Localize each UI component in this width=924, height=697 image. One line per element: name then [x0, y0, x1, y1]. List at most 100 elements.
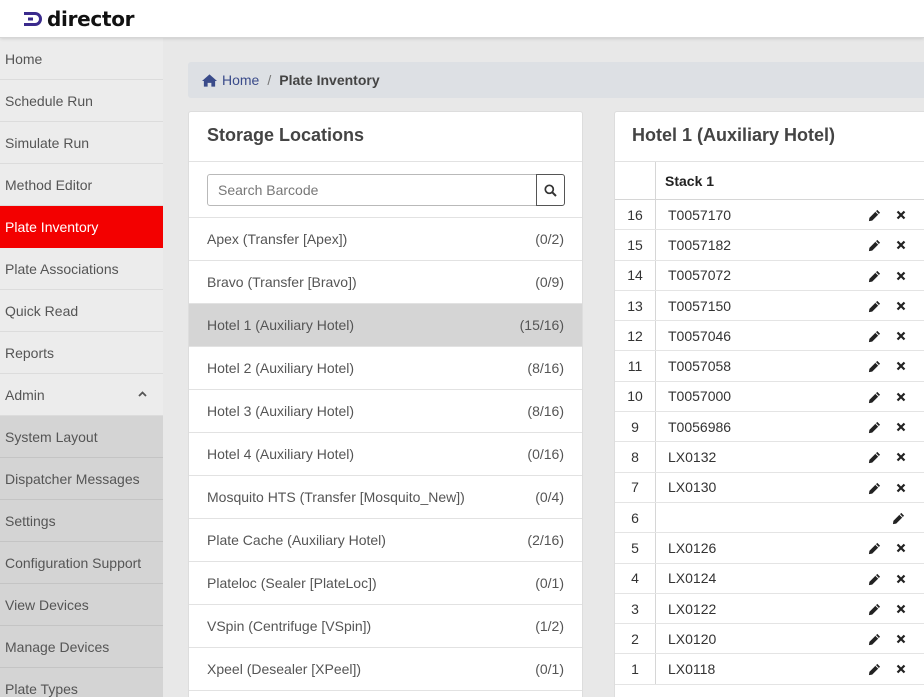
remove-close-icon[interactable] — [896, 604, 906, 614]
sidebar-item-quick-read[interactable]: Quick Read — [0, 290, 163, 332]
storage-location-count: (0/9) — [535, 274, 564, 290]
storage-location-name: Mosquito HTS (Transfer [Mosquito_New]) — [207, 489, 465, 505]
sidebar-item-system-layout[interactable]: System Layout — [0, 416, 163, 458]
sidebar-item-label: Configuration Support — [5, 554, 142, 571]
sidebar-item-label: Plate Inventory — [5, 218, 99, 235]
edit-pencil-icon[interactable] — [868, 633, 881, 646]
storage-location-row[interactable]: VSpin (Centrifuge [VSpin]) (1/2) — [189, 605, 582, 648]
storage-location-row[interactable]: Plate Cache (Auxiliary Hotel) (2/16) — [189, 519, 582, 562]
sidebar-item-simulate-run[interactable]: Simulate Run — [0, 122, 163, 164]
remove-close-icon[interactable] — [896, 361, 906, 371]
director-logo[interactable]: director — [24, 7, 135, 31]
edit-pencil-icon[interactable] — [868, 270, 881, 283]
remove-close-icon[interactable] — [896, 483, 906, 493]
remove-close-icon[interactable] — [896, 543, 906, 553]
remove-close-icon[interactable] — [896, 392, 906, 402]
storage-location-row[interactable]: Hotel 3 (Auxiliary Hotel) (8/16) — [189, 390, 582, 433]
remove-close-icon[interactable] — [896, 210, 906, 220]
storage-location-name: Hotel 1 (Auxiliary Hotel) — [207, 317, 355, 333]
storage-location-count: (8/16) — [527, 403, 564, 419]
storage-location-row[interactable]: Apex (Transfer [Apex]) (0/2) — [189, 218, 582, 261]
edit-pencil-icon[interactable] — [868, 542, 881, 555]
remove-close-icon[interactable] — [896, 301, 906, 311]
search-button[interactable] — [536, 174, 565, 206]
search-barcode-input[interactable] — [207, 174, 537, 206]
edit-pencil-icon[interactable] — [868, 360, 881, 373]
edit-pencil-icon[interactable] — [868, 573, 881, 586]
sidebar-item-label: Simulate Run — [5, 134, 90, 151]
remove-close-icon[interactable] — [896, 574, 906, 584]
director-logo-icon — [24, 12, 42, 26]
storage-location-row[interactable]: Hotel 2 (Auxiliary Hotel) (8/16) — [189, 347, 582, 390]
edit-pencil-icon[interactable] — [892, 512, 905, 525]
sidebar-item-plate-associations[interactable]: Plate Associations — [0, 248, 163, 290]
sidebar-item-home[interactable]: Home — [0, 38, 163, 80]
remove-close-icon[interactable] — [896, 240, 906, 250]
sidebar-item-dispatcher-messages[interactable]: Dispatcher Messages — [0, 458, 163, 500]
breadcrumb-home-label: Home — [222, 72, 260, 88]
storage-location-row[interactable]: Plateloc (Sealer [PlateLoc]) (0/1) — [189, 562, 582, 605]
top-bar: director — [0, 0, 924, 38]
sidebar-item-reports[interactable]: Reports — [0, 332, 163, 374]
edit-pencil-icon[interactable] — [868, 482, 881, 495]
slot-number: 13 — [615, 290, 656, 321]
sidebar-item-label: Method Editor — [5, 176, 93, 193]
stack-slot-row: 4 LX0124 — [615, 563, 924, 594]
sidebar-item-label: Dispatcher Messages — [5, 470, 140, 487]
edit-pencil-icon[interactable] — [868, 209, 881, 222]
storage-locations-card: Storage Locations Apex (Transfer [Apex])… — [188, 111, 583, 697]
storage-location-row[interactable]: Hotel 4 (Auxiliary Hotel) (0/16) — [189, 433, 582, 476]
edit-pencil-icon[interactable] — [868, 421, 881, 434]
search-bar — [189, 162, 582, 218]
sidebar-item-method-editor[interactable]: Method Editor — [0, 164, 163, 206]
storage-location-row[interactable]: Bravo (Transfer [Bravo]) (0/9) — [189, 261, 582, 304]
storage-location-name: Apex (Transfer [Apex]) — [207, 231, 348, 247]
slot-barcode: T0057150 — [668, 297, 732, 314]
slot-barcode: T0057072 — [668, 267, 732, 284]
storage-location-row[interactable]: Xpeel (Desealer [XPeel]) (0/1) — [189, 648, 582, 691]
storage-location-count: (15/16) — [519, 317, 564, 333]
edit-pencil-icon[interactable] — [868, 451, 881, 464]
edit-pencil-icon[interactable] — [868, 330, 881, 343]
edit-pencil-icon[interactable] — [868, 391, 881, 404]
sidebar-item-manage-devices[interactable]: Manage Devices — [0, 626, 163, 668]
sidebar-item-plate-types[interactable]: Plate Types — [0, 668, 163, 697]
storage-locations-list: Apex (Transfer [Apex]) (0/2) Bravo (Transf… — [189, 218, 582, 691]
edit-pencil-icon[interactable] — [868, 603, 881, 616]
remove-close-icon[interactable] — [896, 634, 906, 644]
edit-pencil-icon[interactable] — [868, 239, 881, 252]
storage-location-name: Xpeel (Desealer [XPeel]) — [207, 661, 362, 677]
remove-close-icon[interactable] — [896, 664, 906, 674]
sidebar-item-admin[interactable]: Admin — [0, 374, 163, 416]
breadcrumb-home-link[interactable]: Home — [202, 72, 259, 88]
remove-close-icon[interactable] — [896, 422, 906, 432]
storage-location-count: (0/4) — [535, 489, 564, 505]
sidebar-item-label: System Layout — [5, 428, 98, 445]
sidebar-item-schedule-run[interactable]: Schedule Run — [0, 80, 163, 122]
sidebar-item-view-devices[interactable]: View Devices — [0, 584, 163, 626]
slot-number: 1 — [615, 654, 656, 684]
storage-location-count: (0/1) — [535, 661, 564, 677]
edit-pencil-icon[interactable] — [868, 663, 881, 676]
slot-number: 15 — [615, 230, 656, 260]
slot-number: 11 — [615, 351, 656, 381]
storage-location-row[interactable]: Hotel 1 (Auxiliary Hotel) (15/16) — [189, 304, 582, 347]
sidebar-item-label: Reports — [5, 344, 55, 361]
sidebar-nav: Home Schedule Run Simulate Run Method Edito… — [0, 38, 163, 697]
stack-rows: 16 T0057170 15 T0057182 14 T0057072 13 T0057150… — [615, 200, 924, 685]
sidebar-item-plate-inventory[interactable]: Plate Inventory — [0, 206, 163, 248]
edit-pencil-icon[interactable] — [868, 300, 881, 313]
storage-location-row[interactable]: Mosquito HTS (Transfer [Mosquito_New]) (0… — [189, 476, 582, 519]
sidebar-item-configuration-support[interactable]: Configuration Support — [0, 542, 163, 584]
remove-close-icon[interactable] — [896, 271, 906, 281]
remove-close-icon[interactable] — [896, 331, 906, 341]
storage-location-name: Bravo (Transfer [Bravo]) — [207, 274, 357, 290]
slot-number: 16 — [615, 200, 656, 230]
storage-locations-title: Storage Locations — [189, 112, 582, 162]
sidebar-item-settings[interactable]: Settings — [0, 500, 163, 542]
stack-slot-row: 12 T0057046 — [615, 321, 924, 352]
storage-location-name: Plate Cache (Auxiliary Hotel) — [207, 532, 386, 548]
stack-slot-row: 10 T0057000 — [615, 381, 924, 413]
remove-close-icon[interactable] — [896, 452, 906, 462]
stack-table-header: Stack 1 — [615, 162, 924, 200]
